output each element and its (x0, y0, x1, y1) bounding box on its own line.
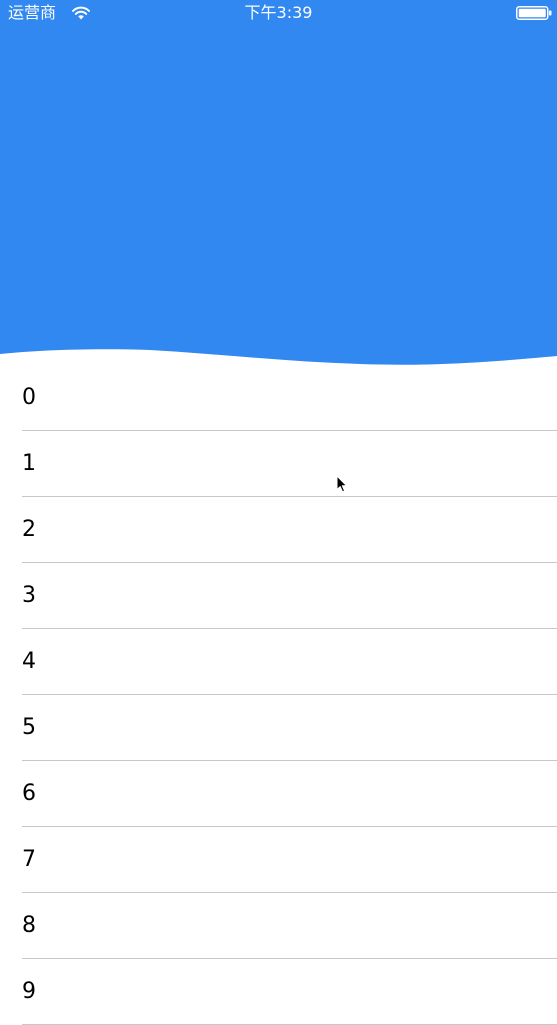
list-row-5[interactable]: 5 (0, 695, 557, 761)
mouse-pointer-icon (336, 475, 348, 493)
list-row-label: 3 (22, 583, 36, 608)
list-row-7[interactable]: 7 (0, 827, 557, 893)
header-wave: 运营商 下午3:39 (0, 0, 557, 372)
list-row-label: 4 (22, 649, 36, 674)
status-time: 下午3:39 (244, 3, 313, 22)
list-row-label: 8 (22, 913, 36, 938)
list-row-label: 7 (22, 847, 36, 872)
wave-fill (0, 0, 557, 365)
list-row-label: 2 (22, 517, 36, 542)
list-row-label: 0 (22, 385, 36, 410)
list-row-2[interactable]: 2 (0, 497, 557, 563)
list-row-label: 6 (22, 781, 36, 806)
list-row-label: 1 (22, 451, 36, 476)
list-row-1[interactable]: 1 (0, 431, 557, 497)
list-row-8[interactable]: 8 (0, 893, 557, 959)
list-row-3[interactable]: 3 (0, 563, 557, 629)
list-row-4[interactable]: 4 (0, 629, 557, 695)
list-row-label: 5 (22, 715, 36, 740)
list-row-9[interactable]: 9 (0, 959, 557, 1025)
battery-icon (516, 6, 552, 20)
list-row-label: 9 (22, 979, 36, 1004)
list-row-0[interactable]: 0 (0, 365, 557, 431)
number-list: 0 1 2 3 4 5 6 7 8 9 (0, 365, 557, 1025)
status-bar: 运营商 下午3:39 (0, 0, 557, 26)
wave-shape (0, 0, 557, 365)
list-row-6[interactable]: 6 (0, 761, 557, 827)
